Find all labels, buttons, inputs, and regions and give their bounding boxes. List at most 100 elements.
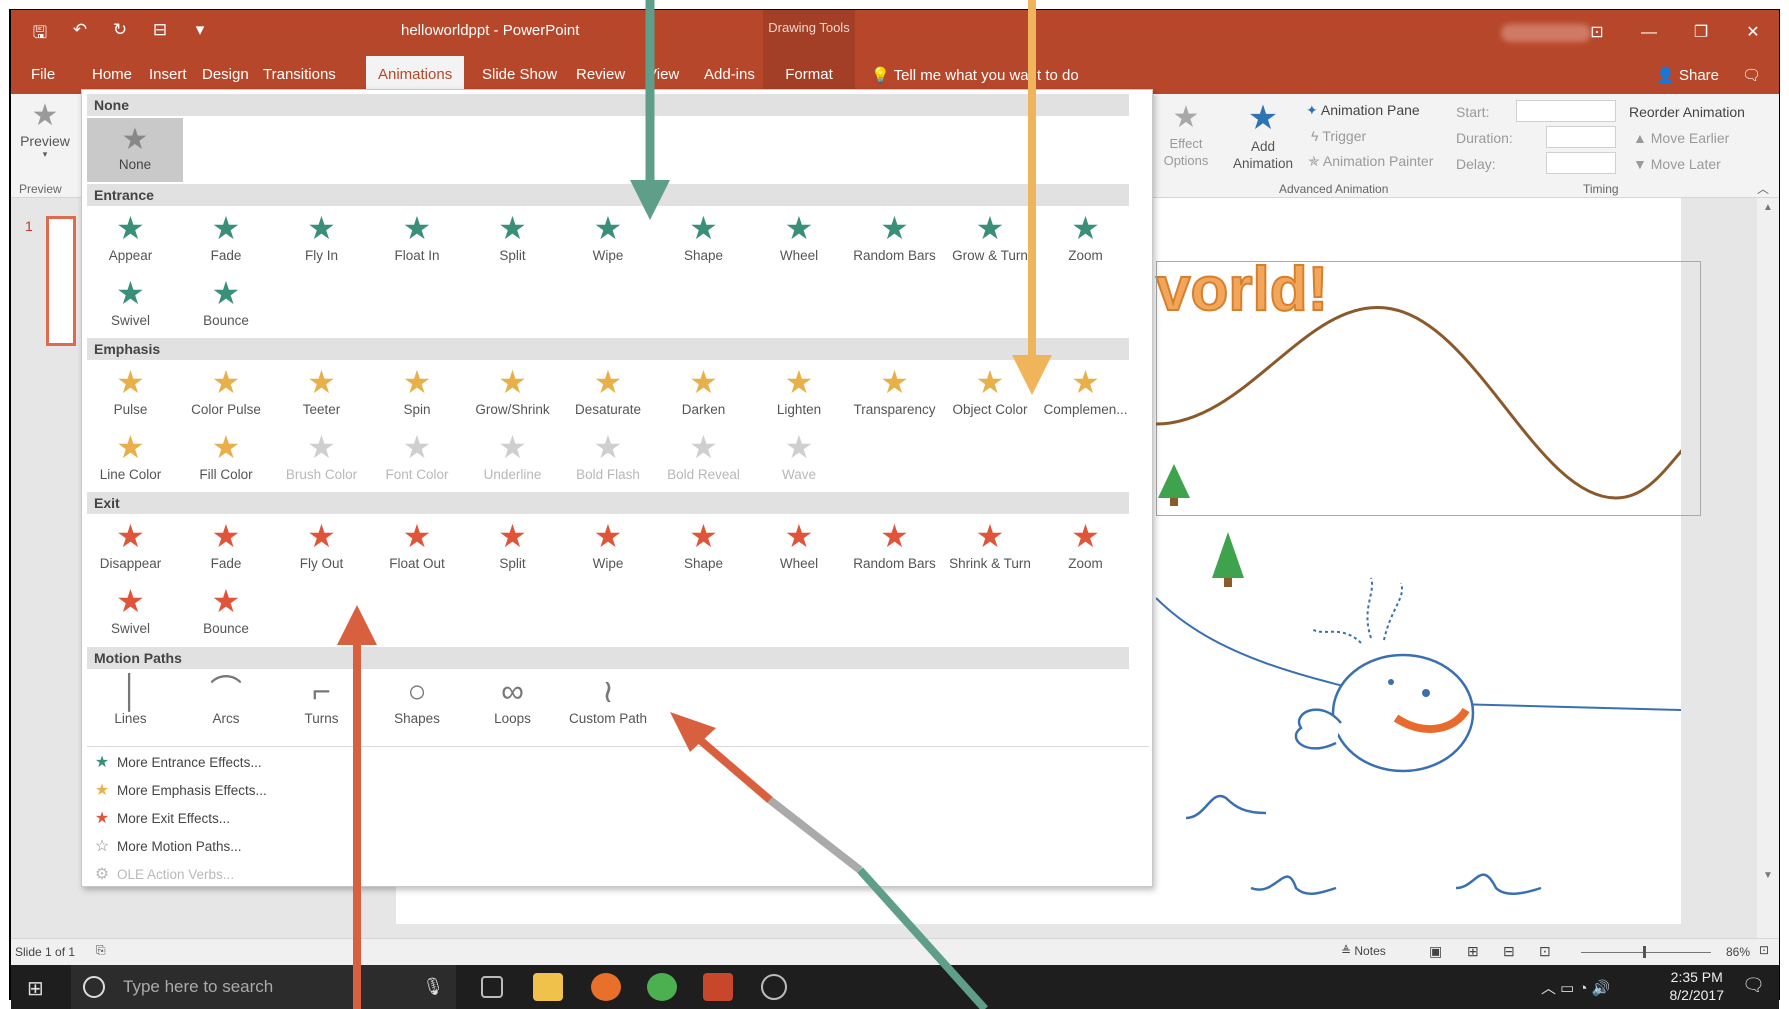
gallery-item-desaturate[interactable]: ★ Desaturate [561, 364, 656, 424]
animation-painter-button[interactable]: ✯ Animation Painter [1308, 153, 1433, 170]
gallery-item-object-color[interactable]: ★ Object Color [943, 364, 1038, 424]
microphone-icon[interactable]: 🎙 [422, 965, 444, 1009]
gallery-item-random-bars[interactable]: ★ Random Bars [847, 210, 942, 270]
system-tray-icons[interactable]: ︿ ▭ ◔ 🔊 [1541, 977, 1610, 998]
gallery-item-line-color[interactable]: ★ Line Color [83, 429, 178, 489]
gallery-item-split[interactable]: ★ Split [465, 210, 560, 270]
comment-icon[interactable]: 🗨 [1742, 66, 1761, 84]
gallery-item-zoom[interactable]: ★ Zoom [1038, 518, 1133, 578]
vertical-scrollbar[interactable]: ▲ ▼ [1757, 198, 1779, 938]
gallery-item-swivel[interactable]: ★ Swivel [83, 275, 178, 335]
gallery-item-lighten[interactable]: ★ Lighten [752, 364, 847, 424]
gallery-item-spin[interactable]: ★ Spin [370, 364, 465, 424]
windows-start-icon[interactable]: ⊞ [27, 976, 44, 1001]
gallery-item-bounce[interactable]: ★ Bounce [179, 275, 274, 335]
gallery-item-appear[interactable]: ★ Appear [83, 210, 178, 270]
save-icon[interactable]: 🖫 [29, 20, 51, 49]
ribbon-display-icon[interactable]: ⊡ [1571, 10, 1623, 56]
gallery-item-teeter[interactable]: ★ Teeter [274, 364, 369, 424]
minimize-icon[interactable]: — [1623, 10, 1675, 56]
more-exit-effects[interactable]: ★ More Exit Effects... [87, 806, 230, 830]
gallery-item-wheel[interactable]: ★ Wheel [752, 518, 847, 578]
start-select[interactable] [1516, 100, 1616, 122]
powerpoint-taskbar-icon[interactable] [703, 973, 733, 1001]
gallery-item-complemen[interactable]: ★ Complemen... [1038, 364, 1133, 424]
scroll-up-icon[interactable]: ▲ [1763, 202, 1773, 213]
gallery-item-float-in[interactable]: ★ Float In [370, 210, 465, 270]
gallery-item-brush-color[interactable]: ★ Brush Color [274, 429, 369, 489]
tab-file[interactable]: File [19, 56, 67, 94]
customize-icon[interactable]: ▾ [189, 20, 211, 49]
gallery-item-turns[interactable]: ⌐ Turns [274, 673, 369, 733]
delay-spinner[interactable] [1546, 152, 1616, 174]
add-animation-button[interactable]: ★ Add Animation [1223, 98, 1303, 172]
gallery-item-transparency[interactable]: ★ Transparency [847, 364, 942, 424]
gallery-item-wipe[interactable]: ★ Wipe [561, 210, 656, 270]
tell-me-box[interactable]: 💡 Tell me what you want to do [871, 66, 1079, 84]
share-button[interactable]: 👤 Share [1656, 66, 1719, 84]
gallery-item-font-color[interactable]: ★ Font Color [370, 429, 465, 489]
scroll-down-icon[interactable]: ▼ [1763, 870, 1773, 881]
move-later-button[interactable]: ▼ Move Later [1633, 156, 1721, 172]
zoom-level[interactable]: 86% [1726, 945, 1750, 959]
zoom-slider[interactable] [1581, 952, 1711, 953]
taskbar-clock[interactable]: 2:35 PM 8/2/2017 [1670, 968, 1725, 1004]
gallery-item-bold-reveal[interactable]: ★ Bold Reveal [656, 429, 751, 489]
gallery-item-bounce[interactable]: ★ Bounce [179, 583, 274, 643]
redo-icon[interactable]: ↻ [109, 20, 131, 49]
gallery-item-wave[interactable]: ★ Wave [752, 429, 847, 489]
effect-options-button[interactable]: ★ Effect Options [1151, 100, 1221, 169]
present-icon[interactable]: ⊟ [149, 20, 171, 49]
duration-spinner[interactable] [1546, 126, 1616, 148]
notes-button[interactable]: ≜ Notes [1341, 944, 1386, 958]
gallery-item-bold-flash[interactable]: ★ Bold Flash [561, 429, 656, 489]
gallery-item-arcs[interactable]: ⌒ Arcs [179, 673, 274, 733]
gallery-item-split[interactable]: ★ Split [465, 518, 560, 578]
undo-icon[interactable]: ↶ [69, 20, 91, 49]
firefox-icon[interactable] [591, 973, 621, 1001]
trigger-button[interactable]: ϟ Trigger [1311, 128, 1366, 144]
gallery-item-pulse[interactable]: ★ Pulse [83, 364, 178, 424]
gallery-item-zoom[interactable]: ★ Zoom [1038, 210, 1133, 270]
gallery-item-grow-turn[interactable]: ★ Grow & Turn [943, 210, 1038, 270]
fit-slide-icon[interactable]: ⊡ [1759, 943, 1769, 957]
gallery-item-color-pulse[interactable]: ★ Color Pulse [179, 364, 274, 424]
gallery-item-wheel[interactable]: ★ Wheel [752, 210, 847, 270]
slide-thumbnail[interactable] [46, 216, 76, 346]
gallery-item-fade[interactable]: ★ Fade [179, 210, 274, 270]
gallery-item-shape[interactable]: ★ Shape [656, 210, 751, 270]
file-explorer-icon[interactable] [533, 973, 563, 1001]
gallery-item-disappear[interactable]: ★ Disappear [83, 518, 178, 578]
gallery-item-loops[interactable]: ∞ Loops [465, 673, 560, 733]
gallery-item-custom-path[interactable]: ≀ Custom Path [561, 673, 656, 733]
gallery-item-wipe[interactable]: ★ Wipe [561, 518, 656, 578]
slideshow-view-icon[interactable]: ⊡ [1539, 943, 1551, 960]
normal-view-icon[interactable]: ▣ [1429, 943, 1442, 960]
obs-icon[interactable] [761, 974, 787, 1000]
gallery-item-float-out[interactable]: ★ Float Out [370, 518, 465, 578]
chrome-icon[interactable] [647, 973, 677, 1001]
collapse-ribbon-icon[interactable]: ︿ [1757, 180, 1769, 197]
more-motion-paths[interactable]: ☆ More Motion Paths... [87, 834, 242, 858]
taskbar-search[interactable]: Type here to search 🎙 [71, 965, 456, 1009]
gallery-item-shapes[interactable]: ○ Shapes [370, 673, 465, 733]
zoom-slider-thumb[interactable] [1643, 946, 1646, 958]
reading-view-icon[interactable]: ⊟ [1503, 943, 1515, 960]
restore-icon[interactable]: ❐ [1675, 10, 1727, 56]
gallery-item-fade[interactable]: ★ Fade [179, 518, 274, 578]
spell-check-icon[interactable]: ⎘ [96, 943, 106, 958]
gallery-item-shrink-turn[interactable]: ★ Shrink & Turn [943, 518, 1038, 578]
more-entrance-effects[interactable]: ★ More Entrance Effects... [87, 750, 262, 774]
gallery-item-underline[interactable]: ★ Underline [465, 429, 560, 489]
gallery-item-lines[interactable]: │ Lines [83, 673, 178, 733]
animation-pane-button[interactable]: ✦ Animation Pane [1306, 102, 1420, 119]
gallery-item-darken[interactable]: ★ Darken [656, 364, 751, 424]
preview-button[interactable]: ★ Preview ▾ [17, 98, 73, 160]
gallery-item-none[interactable]: ★ None [87, 118, 183, 182]
more-emphasis-effects[interactable]: ★ More Emphasis Effects... [87, 778, 267, 802]
close-icon[interactable]: ✕ [1727, 10, 1779, 56]
gallery-item-random-bars[interactable]: ★ Random Bars [847, 518, 942, 578]
gallery-item-fly-out[interactable]: ★ Fly Out [274, 518, 369, 578]
gallery-item-fly-in[interactable]: ★ Fly In [274, 210, 369, 270]
gallery-item-swivel[interactable]: ★ Swivel [83, 583, 178, 643]
